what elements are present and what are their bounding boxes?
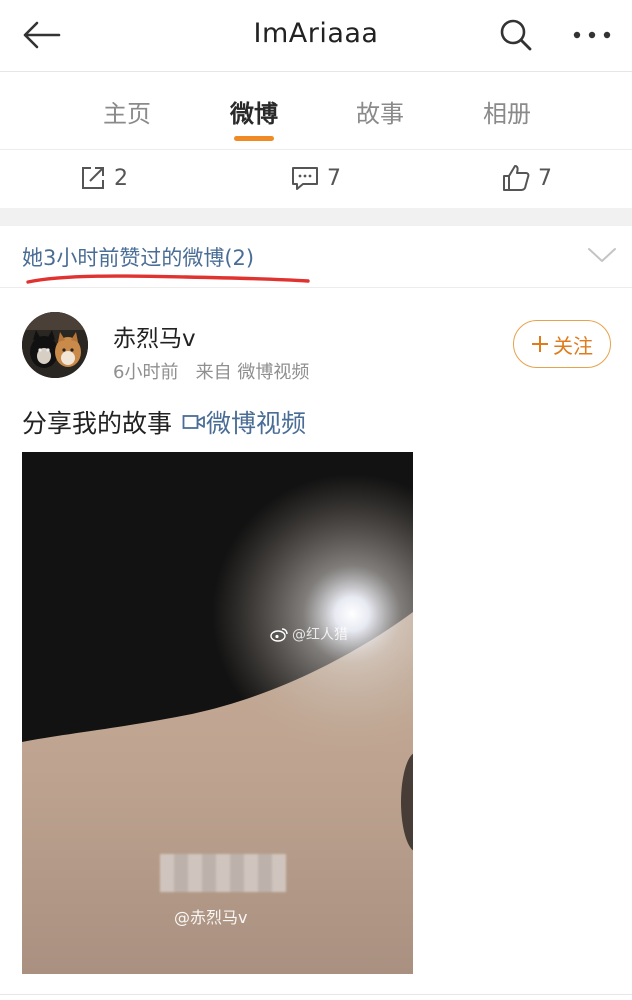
post-body: 分享我的故事: [22, 409, 173, 438]
chevron-down-icon[interactable]: [586, 244, 618, 266]
comment-count: 7: [327, 165, 341, 191]
video-watermark-bottom: @赤烈马v: [174, 908, 248, 927]
like-count: 7: [538, 165, 552, 191]
author-avatar[interactable]: [22, 312, 88, 378]
repost-icon: [82, 167, 104, 189]
profile-tabs: 主页 微博 故事 相册: [0, 72, 632, 150]
tab-home[interactable]: 主页: [77, 94, 177, 129]
divider: [0, 994, 632, 995]
search-button[interactable]: [494, 14, 538, 56]
section-divider: [0, 208, 632, 226]
post-time: 6小时前: [113, 362, 179, 383]
tab-weibo[interactable]: 微博: [204, 94, 304, 129]
follow-label: 关注: [553, 333, 593, 358]
video-link[interactable]: 微博视频: [182, 404, 306, 440]
tab-stories[interactable]: 故事: [330, 94, 430, 129]
author-name[interactable]: 赤烈马v: [113, 319, 196, 353]
plus-icon: [532, 336, 548, 352]
liked-posts-label: 她3小时前赞过的微博(2): [22, 246, 255, 270]
post-stats: 2 7 7: [0, 150, 632, 208]
comment-button[interactable]: 7: [291, 162, 341, 194]
more-button[interactable]: [566, 14, 618, 56]
like-icon: [503, 165, 530, 191]
video-thumbnail[interactable]: @红人猎 @赤烈马v: [22, 452, 413, 974]
video-watermark-top: @红人猎: [270, 624, 348, 644]
repost-button[interactable]: 2: [80, 162, 128, 194]
more-icon: [573, 31, 611, 39]
like-button[interactable]: 7: [502, 162, 552, 194]
tab-albums[interactable]: 相册: [457, 94, 557, 129]
post-meta: 6小时前 来自 微博视频: [113, 358, 309, 384]
active-tab-indicator: [234, 136, 274, 141]
blurred-overlay: [160, 854, 286, 892]
top-bar: ImAriaaa: [0, 0, 632, 72]
post-source: 来自 微博视频: [195, 362, 310, 383]
weibo-logo-icon: [270, 627, 288, 642]
search-icon: [500, 19, 532, 51]
repost-count: 2: [114, 165, 128, 191]
follow-button[interactable]: 关注: [513, 320, 611, 368]
liked-posts-header[interactable]: 她3小时前赞过的微博(2): [0, 226, 632, 288]
post-text: 分享我的故事 微博视频: [22, 404, 306, 440]
video-icon: [182, 415, 205, 429]
video-link-label: 微博视频: [206, 409, 307, 438]
comment-icon: [292, 167, 318, 190]
